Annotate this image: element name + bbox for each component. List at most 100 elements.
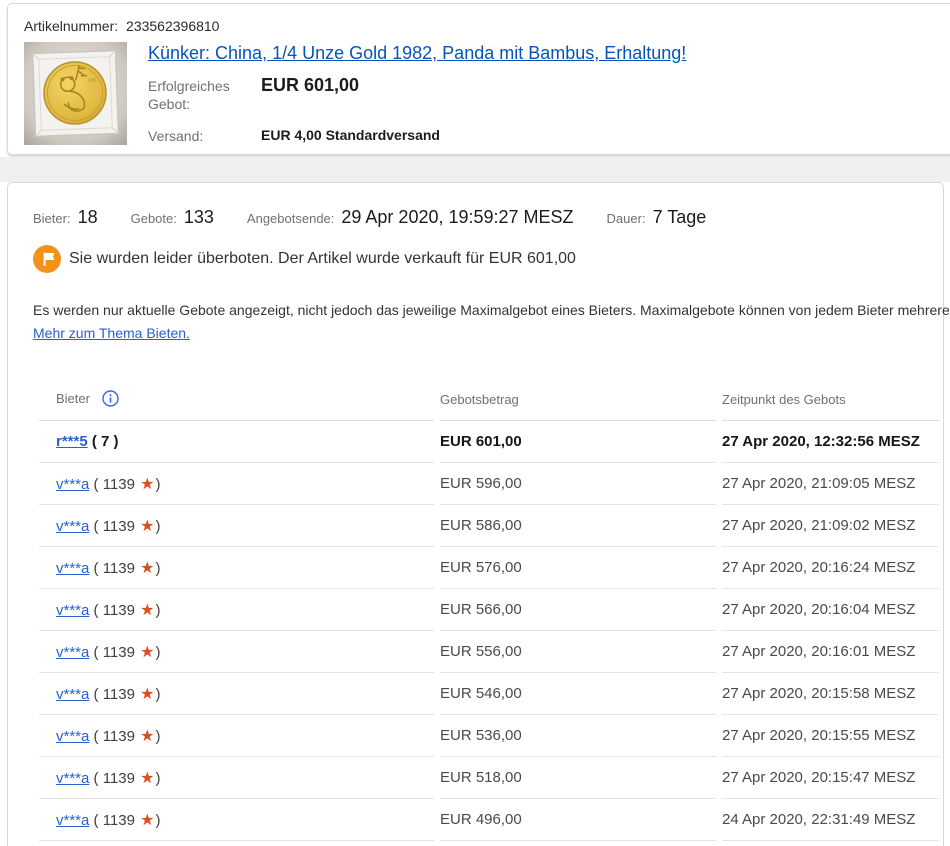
bidder-link[interactable]: v***a bbox=[56, 602, 89, 619]
header-time: Zeitpunkt des Gebots bbox=[722, 390, 939, 421]
item-title-link[interactable]: Künker: China, 1/4 Unze Gold 1982, Panda… bbox=[148, 43, 686, 64]
shipping-label: Versand: bbox=[148, 127, 261, 145]
bidder-link[interactable]: v***a bbox=[56, 476, 89, 493]
shipping-value: EUR 4,00 Standardversand bbox=[261, 127, 440, 145]
bid-time-cell: 27 Apr 2020, 20:15:47 MESZ bbox=[722, 757, 939, 799]
bidder-cell: v***a ( 1139 ★) bbox=[39, 631, 434, 673]
stat-end-time-value: 29 Apr 2020, 19:59:27 MESZ bbox=[341, 207, 573, 227]
feedback-star-icon: ★ bbox=[139, 684, 155, 704]
feedback-star-icon: ★ bbox=[139, 558, 155, 578]
bidder-link[interactable]: v***a bbox=[56, 812, 89, 829]
stat-bidders-value: 18 bbox=[78, 207, 98, 227]
table-row: v***a ( 1139 ★)EUR 496,0024 Apr 2020, 22… bbox=[39, 799, 939, 841]
bidder-cell: v***a ( 1139 ★) bbox=[39, 589, 434, 631]
bidder-cell: v***a ( 1139 ★) bbox=[39, 757, 434, 799]
stat-bids-label: Gebote: bbox=[131, 211, 177, 226]
feedback-score: ( 1139 ★) bbox=[89, 812, 160, 829]
bid-time-cell: 27 Apr 2020, 20:16:01 MESZ bbox=[722, 631, 939, 673]
stat-bids: Gebote:133 bbox=[131, 207, 214, 228]
header-bidder-label: Bieter bbox=[56, 391, 90, 406]
bidder-cell: v***a ( 1139 ★) bbox=[39, 463, 434, 505]
table-row: v***a ( 1139 ★)EUR 576,0027 Apr 2020, 20… bbox=[39, 547, 939, 589]
bidder-link[interactable]: v***a bbox=[56, 770, 89, 787]
bid-amount-cell: EUR 566,00 bbox=[440, 589, 716, 631]
bid-history-card: Bieter:18 Gebote:133 Angebotsende: 29 Apr… bbox=[7, 182, 944, 846]
bid-time-cell: 24 Apr 2020, 22:31:49 MESZ bbox=[722, 799, 939, 841]
table-row: v***a ( 1139 ★)EUR 596,0027 Apr 2020, 21… bbox=[39, 463, 939, 505]
bid-amount-cell: EUR 601,00 bbox=[440, 421, 716, 463]
feedback-score: ( 1139 ★) bbox=[89, 728, 160, 745]
feedback-score: ( 1139 ★) bbox=[89, 686, 160, 703]
header-amount: Gebotsbetrag bbox=[440, 390, 716, 421]
stat-end-time-label: Angebotsende: bbox=[247, 211, 334, 226]
article-number-row: Artikelnummer: 233562396810 bbox=[24, 18, 950, 34]
feedback-score: ( 1139 ★) bbox=[89, 476, 160, 493]
stat-duration: Dauer: 7 Tage bbox=[607, 207, 707, 228]
svg-text:1982: 1982 bbox=[87, 77, 97, 82]
feedback-star-icon: ★ bbox=[139, 726, 155, 746]
table-row: v***a ( 1139 ★)EUR 566,0027 Apr 2020, 20… bbox=[39, 589, 939, 631]
table-row: v***a ( 1139 ★)EUR 518,0027 Apr 2020, 20… bbox=[39, 757, 939, 799]
table-row: v***a ( 1139 ★)EUR 536,0027 Apr 2020, 20… bbox=[39, 715, 939, 757]
bidder-link[interactable]: v***a bbox=[56, 686, 89, 703]
bid-time-cell: 27 Apr 2020, 21:09:05 MESZ bbox=[722, 463, 939, 505]
bidder-cell: v***a ( 1139 ★) bbox=[39, 673, 434, 715]
outbid-notice: Sie wurden leider überboten. Der Artikel… bbox=[33, 245, 943, 273]
bid-amount-cell: EUR 576,00 bbox=[440, 547, 716, 589]
bidder-link[interactable]: v***a bbox=[56, 518, 89, 535]
bid-time-cell: 27 Apr 2020, 20:16:04 MESZ bbox=[722, 589, 939, 631]
bidder-link[interactable]: v***a bbox=[56, 560, 89, 577]
stat-duration-label: Dauer: bbox=[607, 211, 646, 226]
bid-amount-cell: EUR 596,00 bbox=[440, 463, 716, 505]
feedback-star-icon: ★ bbox=[139, 642, 155, 662]
bid-time-cell: 27 Apr 2020, 21:09:02 MESZ bbox=[722, 505, 939, 547]
item-summary-card: Artikelnummer: 233562396810 bbox=[7, 3, 950, 155]
auction-stats: Bieter:18 Gebote:133 Angebotsende: 29 Apr… bbox=[33, 207, 943, 228]
more-about-bidding-link[interactable]: Mehr zum Thema Bieten. bbox=[33, 323, 190, 343]
bid-history-table: Bieter Gebotsbetrag Zeitpunkt des Gebots… bbox=[33, 390, 945, 841]
bid-time-cell: 27 Apr 2020, 12:32:56 MESZ bbox=[722, 421, 939, 463]
feedback-score: ( 1139 ★) bbox=[89, 518, 160, 535]
winning-bid-label: Erfolgreiches Gebot: bbox=[148, 77, 261, 113]
feedback-score: ( 1139 ★) bbox=[89, 560, 160, 577]
bid-time-cell: 27 Apr 2020, 20:15:58 MESZ bbox=[722, 673, 939, 715]
bidder-cell: v***a ( 1139 ★) bbox=[39, 715, 434, 757]
stat-end-time: Angebotsende: 29 Apr 2020, 19:59:27 MESZ bbox=[247, 207, 574, 228]
header-bidder: Bieter bbox=[39, 390, 434, 421]
bidder-cell: r***5 ( 7 ) bbox=[39, 421, 434, 463]
bidder-link[interactable]: v***a bbox=[56, 728, 89, 745]
article-number-label: Artikelnummer: bbox=[24, 18, 118, 34]
bid-table-body: r***5 ( 7 )EUR 601,0027 Apr 2020, 12:32:… bbox=[39, 421, 939, 841]
feedback-score: ( 7 ) bbox=[88, 433, 119, 450]
bid-amount-cell: EUR 536,00 bbox=[440, 715, 716, 757]
table-header-row: Bieter Gebotsbetrag Zeitpunkt des Gebots bbox=[39, 390, 939, 421]
page-background-band bbox=[0, 157, 950, 182]
bidder-link[interactable]: r***5 bbox=[56, 433, 88, 450]
bid-time-cell: 27 Apr 2020, 20:16:24 MESZ bbox=[722, 547, 939, 589]
bid-amount-cell: EUR 556,00 bbox=[440, 631, 716, 673]
header-amount-label: Gebotsbetrag bbox=[440, 392, 519, 407]
article-number-value: 233562396810 bbox=[126, 18, 219, 34]
bidder-cell: v***a ( 1139 ★) bbox=[39, 505, 434, 547]
bid-info-text: Es werden nur aktuelle Gebote angezeigt,… bbox=[33, 300, 943, 320]
table-row: r***5 ( 7 )EUR 601,0027 Apr 2020, 12:32:… bbox=[39, 421, 939, 463]
stat-bidders: Bieter:18 bbox=[33, 207, 98, 228]
feedback-score: ( 1139 ★) bbox=[89, 770, 160, 787]
bid-amount-cell: EUR 546,00 bbox=[440, 673, 716, 715]
winning-bid-amount: EUR 601,00 bbox=[261, 75, 359, 111]
info-icon[interactable] bbox=[102, 390, 119, 407]
header-time-label: Zeitpunkt des Gebots bbox=[722, 392, 846, 407]
feedback-score: ( 1139 ★) bbox=[89, 602, 160, 619]
bid-time-cell: 27 Apr 2020, 20:15:55 MESZ bbox=[722, 715, 939, 757]
feedback-star-icon: ★ bbox=[139, 474, 155, 494]
bid-amount-cell: EUR 518,00 bbox=[440, 757, 716, 799]
table-row: v***a ( 1139 ★)EUR 586,0027 Apr 2020, 21… bbox=[39, 505, 939, 547]
feedback-star-icon: ★ bbox=[139, 810, 155, 830]
bidder-cell: v***a ( 1139 ★) bbox=[39, 799, 434, 841]
stat-duration-value: 7 Tage bbox=[653, 207, 707, 227]
bidder-cell: v***a ( 1139 ★) bbox=[39, 547, 434, 589]
bidder-link[interactable]: v***a bbox=[56, 644, 89, 661]
table-row: v***a ( 1139 ★)EUR 546,0027 Apr 2020, 20… bbox=[39, 673, 939, 715]
item-photo: 1982 bbox=[24, 42, 127, 145]
bid-amount-cell: EUR 586,00 bbox=[440, 505, 716, 547]
